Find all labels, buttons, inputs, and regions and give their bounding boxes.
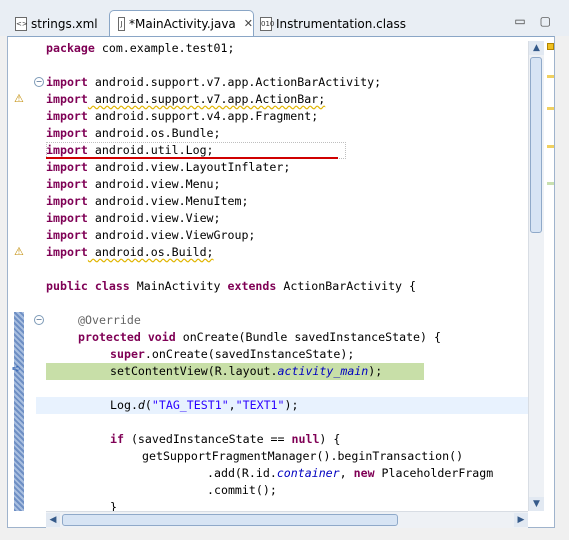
code-line: import android.view.ViewGroup; [46, 228, 256, 242]
code-line: import android.os.Bundle; [46, 126, 221, 140]
editor-gutter: − ⚠ ⚠ − ➪ [8, 37, 44, 511]
code-line: import android.support.v7.app.ActionBar; [46, 92, 326, 106]
class-file-icon: 010 [260, 16, 274, 31]
warning-mark[interactable] [547, 107, 554, 110]
change-marker-bar [14, 312, 24, 511]
warning-icon[interactable]: ⚠ [14, 93, 26, 105]
code-line: @Override [78, 313, 141, 327]
code-line: setContentView(R.layout.activity_main); [110, 364, 383, 378]
warning-mark[interactable] [547, 145, 554, 148]
tab-main-activity[interactable]: J *MainActivity.java ✕ [109, 10, 254, 36]
code-line: import android.view.MenuItem; [46, 194, 249, 208]
code-line: import android.view.Menu; [46, 177, 221, 191]
tab-instrumentation-class[interactable]: 010 Instrumentation.class [258, 11, 418, 36]
minimize-icon[interactable]: ▭ [514, 14, 525, 28]
fold-collapse-icon[interactable]: − [34, 77, 44, 87]
code-line: import android.support.v7.app.ActionBarA… [46, 75, 382, 89]
code-line: import android.view.LayoutInflater; [46, 160, 291, 174]
code-line: import android.view.View; [46, 211, 221, 225]
code-line: import android.support.v4.app.Fragment; [46, 109, 319, 123]
scroll-right-icon[interactable]: ▶ [514, 513, 528, 527]
warning-mark[interactable] [547, 75, 554, 78]
warning-icon[interactable]: ⚠ [14, 246, 26, 258]
horizontal-scroll-thumb[interactable] [62, 514, 398, 526]
tab-strings-xml[interactable]: <> strings.xml [8, 11, 112, 36]
code-line: package com.example.test01; [46, 41, 235, 55]
editor-tab-bar: <> strings.xml J *MainActivity.java ✕ 01… [0, 0, 569, 36]
code-line: import android.util.Log; [46, 143, 214, 157]
java-file-icon: J [118, 16, 125, 31]
scroll-left-icon[interactable]: ◀ [46, 513, 60, 527]
maximize-icon[interactable]: ▢ [540, 14, 551, 28]
current-line-arrow-icon: ➪ [12, 362, 22, 375]
tab-label: strings.xml [31, 16, 98, 31]
overview-ruler[interactable] [544, 37, 556, 511]
code-line: Log.d("TAG_TEST1","TEXT1"); [110, 398, 299, 412]
code-area[interactable]: package com.example.test01; import andro… [46, 37, 528, 511]
scroll-down-icon[interactable]: ▼ [529, 497, 544, 511]
warning-summary-icon[interactable] [547, 43, 554, 50]
vertical-scrollbar[interactable]: ▲ ▼ [528, 41, 544, 511]
vertical-scroll-thumb[interactable] [530, 57, 542, 233]
code-line: super.onCreate(savedInstanceState); [110, 347, 355, 361]
scroll-up-icon[interactable]: ▲ [529, 41, 544, 55]
close-icon[interactable]: ✕ [244, 17, 253, 30]
fold-collapse-icon[interactable]: − [34, 315, 44, 325]
window-controls: ▭ ▢ [514, 14, 551, 28]
code-line: public class MainActivity extends Action… [46, 279, 416, 293]
code-line: .commit(); [207, 483, 277, 497]
horizontal-scrollbar[interactable]: ◀ ▶ [46, 511, 528, 528]
tab-label: *MainActivity.java [129, 16, 236, 31]
code-line: import android.os.Build; [46, 245, 214, 259]
xml-file-icon: <> [15, 16, 28, 31]
code-editor[interactable]: − ⚠ ⚠ − ➪ package com.example.test01; im… [7, 36, 555, 528]
occurrence-mark[interactable] [547, 182, 554, 185]
code-line: if (savedInstanceState == null) { [110, 432, 341, 446]
code-line: } [110, 500, 117, 511]
code-line: .add(R.id.container, new PlaceholderFrag… [207, 466, 494, 480]
code-line: protected void onCreate(Bundle savedInst… [78, 330, 441, 344]
code-line: getSupportFragmentManager().beginTransac… [142, 449, 464, 463]
tab-label: Instrumentation.class [276, 16, 406, 31]
